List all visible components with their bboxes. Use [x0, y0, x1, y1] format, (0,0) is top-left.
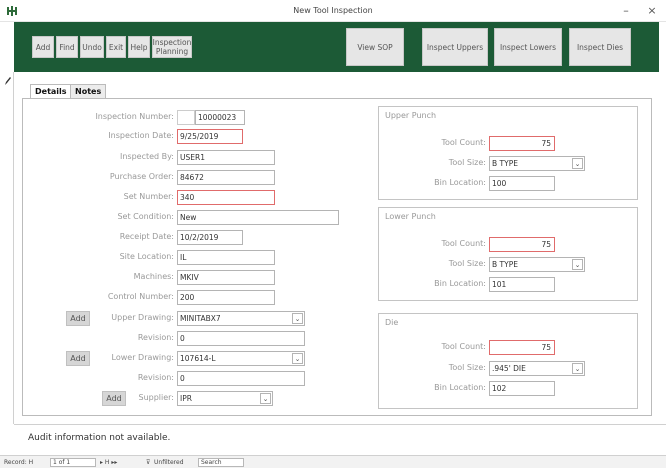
record-label: Record: H — [4, 459, 34, 466]
chevron-down-icon[interactable]: ⌄ — [292, 353, 303, 364]
machines-field[interactable]: MKIV — [177, 270, 275, 285]
lower-bin-location-field[interactable]: 101 — [489, 277, 555, 292]
chevron-down-icon[interactable]: ⌄ — [260, 393, 271, 404]
die-tool-count-label: Tool Count: — [441, 342, 486, 351]
die-bin-location-label: Bin Location: — [434, 383, 486, 392]
die-tool-size-value: .945' DIE — [492, 364, 526, 373]
filter-status[interactable]: Unfiltered — [154, 459, 184, 466]
filter-icon[interactable]: ⊽ — [146, 459, 150, 466]
die-tool-count-field[interactable]: 75 — [489, 340, 555, 355]
minimize-button[interactable]: – — [612, 2, 640, 20]
receipt-date-field[interactable]: 10/2/2019 — [177, 230, 243, 245]
tab-details[interactable]: Details — [30, 84, 72, 98]
upper-drawing-label: Upper Drawing: — [111, 313, 174, 322]
tab-notes[interactable]: Notes — [70, 84, 107, 98]
lower-tool-size-select[interactable]: B TYPE ⌄ — [489, 257, 585, 272]
lower-revision-field[interactable]: 0 — [177, 371, 305, 386]
upper-drawing-select[interactable]: MINITABX7 ⌄ — [177, 311, 305, 326]
close-button[interactable]: × — [638, 2, 666, 20]
record-navigation-bar: Record: H 1 of 1 ▸ H ▸▸ ⊽ Unfiltered Sea… — [0, 455, 666, 468]
purchase-order-field[interactable]: 84672 — [177, 170, 275, 185]
set-condition-label: Set Condition: — [117, 212, 174, 221]
upper-tool-count-label: Tool Count: — [441, 138, 486, 147]
add-upper-drawing-button[interactable]: Add — [66, 311, 90, 326]
upper-revision-field[interactable]: 0 — [177, 331, 305, 346]
supplier-select[interactable]: IPR ⌄ — [177, 391, 273, 406]
upper-tool-size-label: Tool Size: — [448, 158, 486, 167]
lower-drawing-value: 107614-L — [180, 354, 216, 363]
lower-tool-size-value: B TYPE — [492, 260, 518, 269]
upper-tool-count-field[interactable]: 75 — [489, 136, 555, 151]
chevron-down-icon[interactable]: ⌄ — [572, 363, 583, 374]
toolbar: Add Find Undo Exit Help Inspection Plann… — [14, 22, 659, 72]
inspected-by-field[interactable]: USER1 — [177, 150, 275, 165]
audit-area: Audit information not available. — [14, 424, 666, 452]
view-sop-button[interactable]: View SOP — [346, 28, 404, 66]
site-location-label: Site Location: — [119, 252, 174, 261]
set-number-field[interactable]: 340 — [177, 190, 275, 205]
lower-bin-location-label: Bin Location: — [434, 279, 486, 288]
upper-revision-label: Revision: — [137, 333, 174, 342]
inspection-planning-button[interactable]: Inspection Planning — [152, 36, 192, 58]
inspection-number-spacer — [177, 110, 195, 125]
control-number-field[interactable]: 200 — [177, 290, 275, 305]
search-input[interactable]: Search — [198, 458, 244, 467]
lower-tool-size-label: Tool Size: — [448, 259, 486, 268]
window-title: New Tool Inspection — [293, 6, 373, 15]
chevron-down-icon[interactable]: ⌄ — [572, 259, 583, 270]
die-tool-size-label: Tool Size: — [448, 363, 486, 372]
find-button[interactable]: Find — [56, 36, 78, 58]
die-tool-size-select[interactable]: .945' DIE ⌄ — [489, 361, 585, 376]
upper-punch-title: Upper Punch — [385, 111, 437, 120]
inspected-by-label: Inspected By: — [119, 152, 174, 161]
machines-label: Machines: — [133, 272, 174, 281]
record-position-field[interactable]: 1 of 1 — [50, 458, 96, 467]
lower-tool-count-field[interactable]: 75 — [489, 237, 555, 252]
lower-drawing-label: Lower Drawing: — [111, 353, 174, 362]
die-title: Die — [385, 318, 399, 327]
lower-punch-title: Lower Punch — [385, 212, 436, 221]
upper-tool-size-value: B TYPE — [492, 159, 518, 168]
record-nav-buttons[interactable]: ▸ H ▸▸ — [100, 459, 117, 466]
inspection-number-field: 10000023 — [195, 110, 245, 125]
exit-button[interactable]: Exit — [106, 36, 126, 58]
inspection-number-label: Inspection Number: — [95, 112, 174, 121]
lower-drawing-select[interactable]: 107614-L ⌄ — [177, 351, 305, 366]
die-bin-location-field[interactable]: 102 — [489, 381, 555, 396]
chevron-down-icon[interactable]: ⌄ — [292, 313, 303, 324]
audit-text: Audit information not available. — [28, 433, 171, 443]
add-lower-drawing-button[interactable]: Add — [66, 351, 90, 366]
supplier-label: Supplier: — [138, 393, 174, 402]
supplier-value: IPR — [180, 394, 192, 403]
pencil-icon — [5, 77, 11, 85]
undo-button[interactable]: Undo — [80, 36, 104, 58]
chevron-down-icon[interactable]: ⌄ — [572, 158, 583, 169]
inspect-uppers-button[interactable]: Inspect Uppers — [422, 28, 488, 66]
record-selector[interactable] — [0, 72, 14, 424]
title-bar: New Tool Inspection – × — [0, 0, 666, 22]
set-number-label: Set Number: — [123, 192, 174, 201]
upper-drawing-value: MINITABX7 — [180, 314, 221, 323]
upper-bin-location-field[interactable]: 100 — [489, 176, 555, 191]
help-button[interactable]: Help — [128, 36, 150, 58]
inspect-lowers-button[interactable]: Inspect Lowers — [494, 28, 562, 66]
lower-revision-label: Revision: — [137, 373, 174, 382]
receipt-date-label: Receipt Date: — [119, 232, 174, 241]
add-button[interactable]: Add — [32, 36, 54, 58]
set-condition-field[interactable]: New — [177, 210, 339, 225]
lower-tool-count-label: Tool Count: — [441, 239, 486, 248]
add-supplier-button[interactable]: Add — [102, 391, 126, 406]
inspect-dies-button[interactable]: Inspect Dies — [569, 28, 631, 66]
inspection-date-label: Inspection Date: — [108, 131, 174, 140]
control-number-label: Control Number: — [107, 292, 174, 301]
site-location-field[interactable]: IL — [177, 250, 275, 265]
inspection-date-field[interactable]: 9/25/2019 — [177, 129, 243, 144]
purchase-order-label: Purchase Order: — [109, 172, 174, 181]
upper-bin-location-label: Bin Location: — [434, 178, 486, 187]
upper-tool-size-select[interactable]: B TYPE ⌄ — [489, 156, 585, 171]
